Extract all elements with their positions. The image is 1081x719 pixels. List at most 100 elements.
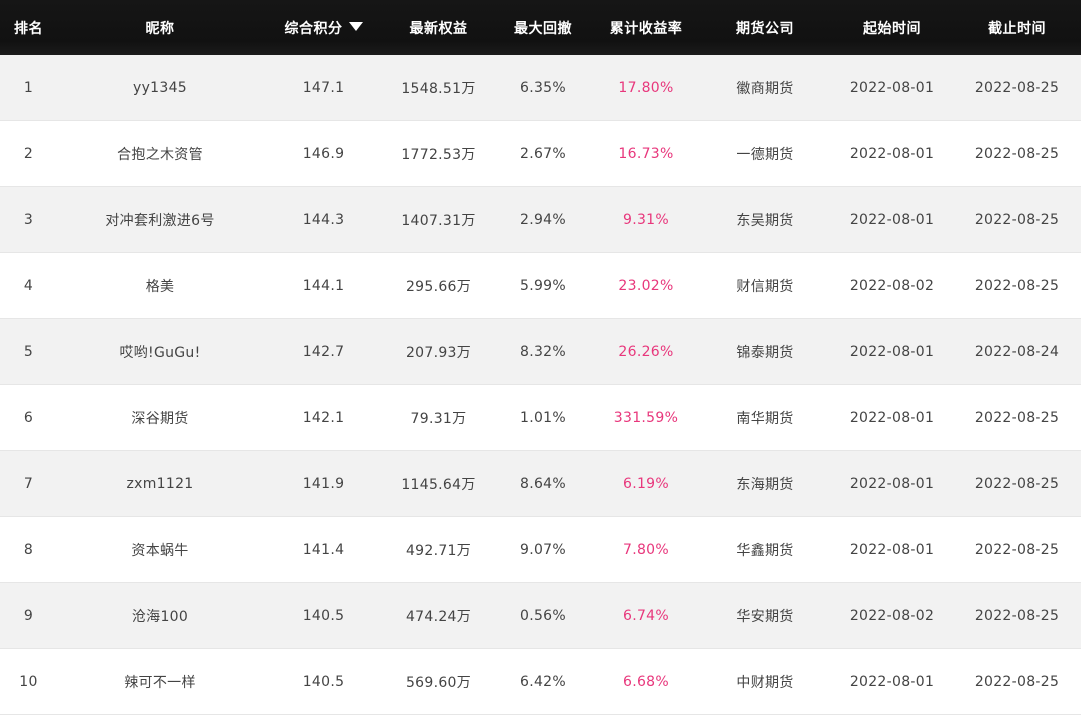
cell-broker: 南华期货 xyxy=(736,410,794,427)
cell-equity: 492.71万 xyxy=(405,542,472,559)
cell-score: 144.1 xyxy=(302,277,345,294)
col-start-header: 起始时间 xyxy=(831,18,953,38)
col-broker-label: 期货公司 xyxy=(736,20,794,37)
col-start-label: 起始时间 xyxy=(863,20,921,37)
cell-broker: 华鑫期货 xyxy=(736,542,794,559)
cell-nickname[interactable]: 资本蜗牛 xyxy=(57,540,263,560)
cell-broker: 一德期货 xyxy=(736,146,794,163)
col-rank-label: 排名 xyxy=(14,20,43,37)
col-broker-header: 期货公司 xyxy=(699,18,831,38)
cell-equity: 474.24万 xyxy=(405,608,472,625)
cell-start-date: 2022-08-01 xyxy=(849,475,935,492)
col-end-header: 截止时间 xyxy=(953,18,1081,38)
col-nickname-label: 昵称 xyxy=(145,20,175,37)
col-rank-header: 排名 xyxy=(0,18,57,38)
cell-nickname[interactable]: 沧海100 xyxy=(57,606,263,626)
cell-nickname[interactable]: 深谷期货 xyxy=(57,408,263,428)
cell-score: 142.7 xyxy=(302,343,345,360)
cell-return: 23.02% xyxy=(618,277,674,294)
cell-end-date: 2022-08-25 xyxy=(974,211,1060,228)
cell-return: 16.73% xyxy=(618,145,674,162)
cell-rank: 2 xyxy=(23,145,34,162)
cell-score: 140.5 xyxy=(302,607,345,624)
ranking-table: 排名 昵称 综合积分 最新权益 最大回撤 累计收益率 期货公司 起始时间 截止时… xyxy=(0,0,1081,715)
cell-start-date: 2022-08-01 xyxy=(849,409,935,426)
cell-score: 140.5 xyxy=(302,673,345,690)
table-row[interactable]: 9 沧海100 140.5 474.24万 0.56% 6.74% 华安期货 2022-08-… xyxy=(0,583,1081,649)
cell-end-date: 2022-08-25 xyxy=(974,145,1060,162)
cell-score: 144.3 xyxy=(302,211,345,228)
col-equity-label: 最新权益 xyxy=(409,20,468,37)
col-score-label[interactable]: 综合积分 xyxy=(285,21,343,37)
table-row[interactable]: 3 对冲套利激进6号 144.3 1407.31万 2.94% 9.31% 东吴期货 2022… xyxy=(0,187,1081,253)
table-row[interactable]: 2 合抱之木资管 146.9 1772.53万 2.67% 16.73% 一德期货 2022-… xyxy=(0,121,1081,187)
cell-broker: 徽商期货 xyxy=(736,80,794,97)
cell-drawdown: 8.32% xyxy=(520,343,566,360)
cell-end-date: 2022-08-25 xyxy=(974,607,1060,624)
table-header: 排名 昵称 综合积分 最新权益 最大回撤 累计收益率 期货公司 起始时间 截止时… xyxy=(0,0,1081,55)
cell-drawdown: 6.35% xyxy=(520,79,566,96)
cell-nickname[interactable]: 格美 xyxy=(57,276,263,296)
cell-rank: 9 xyxy=(23,607,34,624)
cell-end-date: 2022-08-25 xyxy=(974,409,1060,426)
cell-start-date: 2022-08-01 xyxy=(849,541,935,558)
cell-nickname[interactable]: zxm1121 xyxy=(57,476,263,492)
cell-end-date: 2022-08-25 xyxy=(974,79,1060,96)
cell-return: 6.19% xyxy=(623,475,669,492)
col-score-header[interactable]: 综合积分 xyxy=(263,18,384,38)
table-row[interactable]: 7 zxm1121 141.9 1145.64万 8.64% 6.19% 东海期货 2022-… xyxy=(0,451,1081,517)
table-row[interactable]: 4 格美 144.1 295.66万 5.99% 23.02% 财信期货 2022-08-02… xyxy=(0,253,1081,319)
table-row[interactable]: 8 资本蜗牛 141.4 492.71万 9.07% 7.80% 华鑫期货 2022-08-0… xyxy=(0,517,1081,583)
cell-score: 146.9 xyxy=(302,145,345,162)
cell-equity: 1548.51万 xyxy=(401,80,476,97)
cell-nickname[interactable]: 辣可不一样 xyxy=(57,672,263,692)
cell-start-date: 2022-08-01 xyxy=(849,79,935,96)
cell-equity: 79.31万 xyxy=(410,410,467,427)
cell-start-date: 2022-08-01 xyxy=(849,673,935,690)
cell-equity: 1145.64万 xyxy=(401,476,476,493)
col-return-label: 累计收益率 xyxy=(609,20,683,37)
col-drawdown-label: 最大回撤 xyxy=(514,20,572,37)
cell-rank: 10 xyxy=(19,673,38,690)
cell-start-date: 2022-08-02 xyxy=(849,607,935,624)
cell-broker: 东吴期货 xyxy=(736,212,794,229)
table-row[interactable]: 1 yy1345 147.1 1548.51万 6.35% 17.80% 徽商期货 2022-… xyxy=(0,55,1081,121)
table-body: 1 yy1345 147.1 1548.51万 6.35% 17.80% 徽商期货 2022-… xyxy=(0,55,1081,715)
table-row[interactable]: 10 辣可不一样 140.5 569.60万 6.42% 6.68% 中财期货 2022-08… xyxy=(0,649,1081,715)
cell-score: 142.1 xyxy=(302,409,345,426)
cell-drawdown: 9.07% xyxy=(520,541,566,558)
cell-score: 141.4 xyxy=(302,541,345,558)
cell-return: 26.26% xyxy=(618,343,674,360)
cell-end-date: 2022-08-25 xyxy=(974,277,1060,294)
cell-nickname[interactable]: 对冲套利激进6号 xyxy=(57,210,263,230)
cell-nickname[interactable]: 合抱之木资管 xyxy=(57,144,263,164)
cell-return: 7.80% xyxy=(623,541,669,558)
cell-rank: 1 xyxy=(23,79,34,96)
cell-rank: 5 xyxy=(23,343,34,360)
cell-start-date: 2022-08-01 xyxy=(849,211,935,228)
cell-return: 6.74% xyxy=(623,607,669,624)
sort-desc-icon[interactable] xyxy=(348,21,363,31)
table-row[interactable]: 6 深谷期货 142.1 79.31万 1.01% 331.59% 南华期货 2022-08-… xyxy=(0,385,1081,451)
col-equity-header: 最新权益 xyxy=(384,18,493,38)
cell-start-date: 2022-08-02 xyxy=(849,277,935,294)
cell-broker: 财信期货 xyxy=(736,278,794,295)
cell-rank: 8 xyxy=(23,541,34,558)
cell-nickname[interactable]: 哎哟!GuGu! xyxy=(57,342,263,362)
cell-rank: 4 xyxy=(23,277,34,294)
cell-broker: 东海期货 xyxy=(736,476,794,493)
cell-drawdown: 2.67% xyxy=(520,145,566,162)
cell-drawdown: 8.64% xyxy=(520,475,566,492)
cell-nickname[interactable]: yy1345 xyxy=(57,80,263,96)
cell-broker: 中财期货 xyxy=(736,674,794,691)
cell-equity: 1407.31万 xyxy=(401,212,476,229)
cell-start-date: 2022-08-01 xyxy=(849,343,935,360)
cell-rank: 3 xyxy=(23,211,34,228)
cell-score: 147.1 xyxy=(302,79,345,96)
table-row[interactable]: 5 哎哟!GuGu! 142.7 207.93万 8.32% 26.26% 锦泰期货 2022… xyxy=(0,319,1081,385)
cell-return: 6.68% xyxy=(623,673,669,690)
cell-start-date: 2022-08-01 xyxy=(849,145,935,162)
cell-drawdown: 6.42% xyxy=(520,673,566,690)
cell-end-date: 2022-08-25 xyxy=(974,475,1060,492)
cell-rank: 7 xyxy=(23,475,34,492)
